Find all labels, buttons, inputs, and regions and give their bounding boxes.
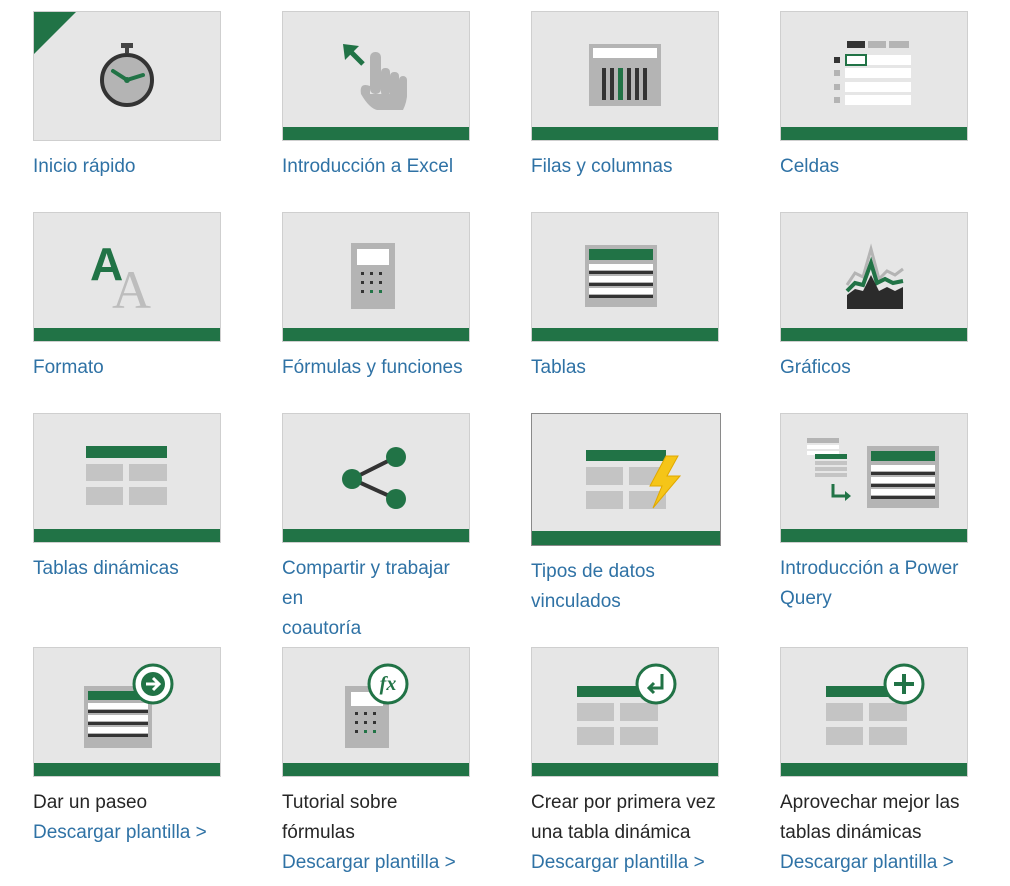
tile-thumbnail[interactable]: fx	[282, 647, 470, 777]
accent-bar	[781, 529, 967, 542]
accent-bar	[532, 531, 720, 545]
tile-label-line2[interactable]: coautoría	[282, 614, 470, 644]
tile-thumbnail[interactable]	[531, 647, 719, 777]
tile-share[interactable]: Compartir y trabajar en coautoría	[282, 413, 470, 644]
tile-label[interactable]: Tipos de datos vinculados	[531, 557, 719, 617]
tile-thumbnail[interactable]	[780, 647, 968, 777]
lightning-table-icon	[586, 450, 682, 509]
tile-label[interactable]: Tablas dinámicas	[33, 554, 221, 584]
tile-label[interactable]: Introducción a Excel	[282, 152, 470, 182]
accent-bar	[781, 328, 967, 341]
tile-thumbnail[interactable]	[282, 413, 470, 543]
tile-label[interactable]: Inicio rápido	[33, 152, 221, 182]
table-icon	[585, 245, 657, 307]
pivot-return-icon	[577, 663, 677, 745]
chart-icon	[845, 243, 904, 309]
tile-label-line1[interactable]: Compartir y trabajar en	[282, 554, 470, 614]
pivot-table-icon	[86, 446, 167, 505]
share-icon	[342, 447, 406, 509]
tile-tables[interactable]: Tablas	[531, 212, 719, 383]
tile-thumbnail[interactable]	[780, 11, 968, 141]
power-query-icon	[807, 438, 939, 508]
accent-bar	[532, 328, 718, 341]
tile-quick-start[interactable]: Inicio rápido	[33, 11, 221, 182]
fx-calculator-icon	[345, 663, 409, 748]
glyph-small: A	[112, 260, 151, 320]
tile-label[interactable]: Celdas	[780, 152, 968, 182]
tile-label[interactable]: Tablas	[531, 353, 719, 383]
accent-bar	[283, 529, 469, 542]
tile-label[interactable]: Introducción a Power Query	[780, 554, 968, 614]
tile-label[interactable]: Formato	[33, 353, 221, 383]
tile-format[interactable]: A A Formato	[33, 212, 221, 383]
download-template-link[interactable]: Descargar plantilla >	[33, 818, 221, 848]
columns-icon	[589, 44, 661, 106]
tile-title-line2: una tabla dinámica	[531, 822, 691, 843]
fx-badge: fx	[379, 673, 397, 695]
tile-cells[interactable]: Celdas	[780, 11, 968, 182]
tile-thumbnail[interactable]	[780, 413, 968, 543]
tile-formulas[interactable]: Fórmulas y funciones	[282, 212, 470, 383]
download-template-link[interactable]: Descargar plantilla >	[780, 848, 968, 878]
cells-icon	[834, 41, 911, 105]
tile-thumbnail[interactable]	[780, 212, 968, 342]
tile-label-line1[interactable]: Introducción a Power	[780, 554, 968, 584]
tile-tour[interactable]: Dar un paseo Descargar plantilla >	[33, 647, 221, 848]
tile-first-pivot[interactable]: Crear por primera vez una tabla dinámica…	[531, 647, 719, 878]
accent-bar	[781, 763, 967, 776]
accent-bar	[283, 763, 469, 776]
tile-label-line2[interactable]: Query	[780, 584, 968, 614]
tile-better-pivots[interactable]: Aprovechar mejor las tablas dinámicas De…	[780, 647, 968, 878]
tile-power-query[interactable]: Introducción a Power Query	[780, 413, 968, 614]
tile-intro-excel[interactable]: Introducción a Excel	[282, 11, 470, 182]
tile-label[interactable]: Filas y columnas	[531, 152, 719, 182]
tile-linked-types[interactable]: Tipos de datos vinculados	[531, 413, 721, 617]
tile-label-line1[interactable]: Tipos de datos	[531, 557, 719, 587]
tour-arrow-icon	[84, 663, 174, 748]
tile-label-line2[interactable]: vinculados	[531, 587, 719, 617]
accent-bar	[34, 328, 220, 341]
tile-label[interactable]: Gráficos	[780, 353, 968, 383]
calculator-icon	[351, 243, 395, 309]
tile-label[interactable]: Fórmulas y funciones	[282, 353, 470, 383]
accent-bar	[34, 529, 220, 542]
tile-thumbnail[interactable]	[33, 413, 221, 543]
accent-bar	[532, 763, 718, 776]
tile-title-line1: Crear por primera vez	[531, 792, 716, 813]
tile-thumbnail[interactable]	[33, 11, 221, 141]
tile-label[interactable]: Compartir y trabajar en coautoría	[282, 554, 470, 644]
tile-title: Crear por primera vez una tabla dinámica	[531, 788, 719, 848]
tile-charts[interactable]: Gráficos	[780, 212, 968, 383]
tile-thumbnail[interactable]	[33, 647, 221, 777]
tile-formula-tutorial[interactable]: fx Tutorial sobre fórmulas Descargar pla…	[282, 647, 470, 878]
stopwatch-icon	[34, 12, 154, 107]
tile-pivot-tables[interactable]: Tablas dinámicas	[33, 413, 221, 584]
tile-title: Tutorial sobre fórmulas	[282, 792, 398, 843]
tile-title-line2: tablas dinámicas	[780, 822, 922, 843]
tile-thumbnail[interactable]	[531, 413, 721, 546]
tile-thumbnail[interactable]	[531, 212, 719, 342]
accent-bar	[781, 127, 967, 140]
accent-bar	[34, 763, 220, 776]
accent-bar	[283, 328, 469, 341]
accent-bar	[283, 127, 469, 140]
download-template-link[interactable]: Descargar plantilla >	[282, 848, 470, 878]
tile-thumbnail[interactable]	[282, 212, 470, 342]
tile-thumbnail[interactable]	[282, 11, 470, 141]
tile-title: Dar un paseo	[33, 792, 148, 813]
touch-hand-icon	[343, 44, 407, 110]
tile-rows-columns[interactable]: Filas y columnas	[531, 11, 719, 182]
tile-thumbnail[interactable]	[531, 11, 719, 141]
tile-title-line1: Aprovechar mejor las	[780, 792, 960, 813]
tile-title: Aprovechar mejor las tablas dinámicas	[780, 788, 968, 848]
tile-thumbnail[interactable]: A A	[33, 212, 221, 342]
accent-bar	[532, 127, 718, 140]
download-template-link[interactable]: Descargar plantilla >	[531, 848, 719, 878]
pivot-plus-icon	[826, 663, 925, 745]
